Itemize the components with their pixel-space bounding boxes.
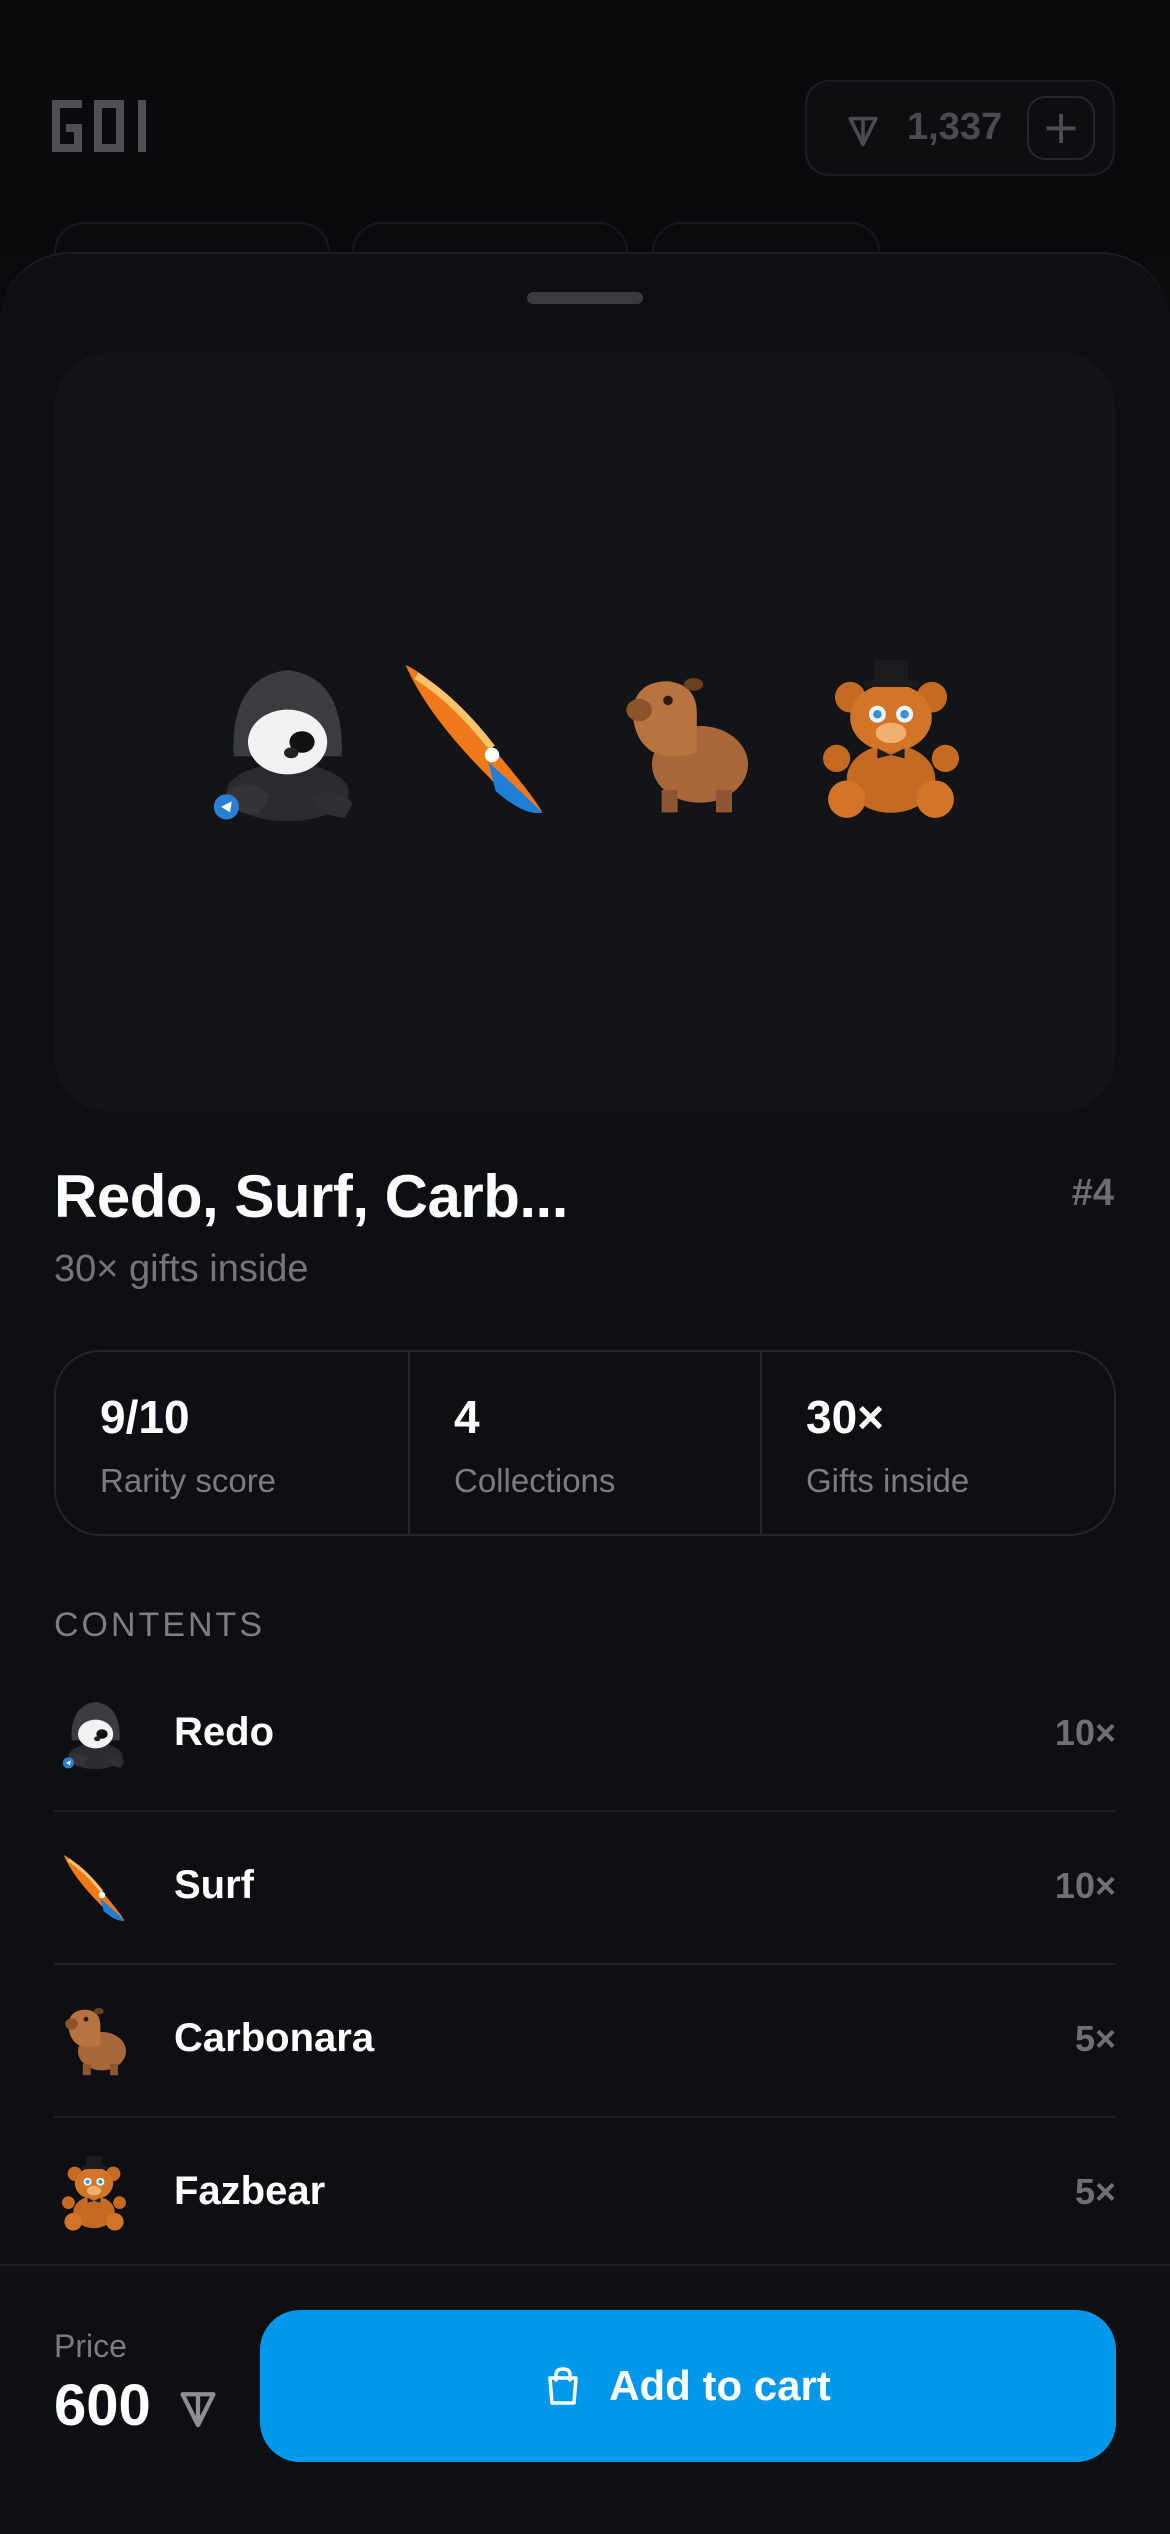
surfboard-icon (54, 1847, 134, 1927)
stat-value: 30× (806, 1391, 885, 1443)
stat-label: Gifts inside (806, 1462, 970, 1499)
stat-collections: 4 Collections (410, 1352, 760, 1534)
balance-amount: 1,337 (907, 106, 1003, 148)
freddy-bear-icon (806, 646, 976, 830)
balance-widget: 1,337 + (805, 80, 1115, 176)
ton-currency-icon (172, 2384, 224, 2432)
top-app-bar: 1,337 + (0, 0, 1170, 282)
content-item-redo[interactable]: Redo 10× (54, 1658, 1116, 1810)
add-to-cart-button[interactable]: Add to cart (260, 2310, 1116, 2462)
content-item-name: Fazbear (174, 2169, 326, 2213)
content-item-name: Carbonara (174, 2016, 375, 2060)
content-item-carbonara[interactable]: Carbonara 5× (54, 1964, 1116, 2116)
goi-logo (52, 100, 146, 152)
content-item-count: 10× (1054, 1865, 1116, 1906)
stat-gifts-inside: 30× Gifts inside (762, 1352, 1114, 1534)
price-value: 600 (54, 2373, 151, 2438)
stat-rarity-score: 9/10 Rarity score (56, 1352, 408, 1534)
purchase-bar: Price 600 Add to cart (0, 2264, 1170, 2534)
content-item-count: 5× (1074, 2018, 1116, 2059)
shopping-bag-icon (548, 2367, 578, 2405)
content-item-count: 5× (1074, 2171, 1116, 2212)
pack-title: Redo, Surf, Carb... (54, 1163, 568, 1230)
content-item-name: Redo (174, 1710, 274, 1754)
ton-currency-icon (841, 110, 885, 150)
pack-stats: 9/10 Rarity score 4 Collections 30× Gift… (54, 1350, 1116, 1536)
content-item-count: 10× (1054, 1712, 1116, 1753)
hooded-panda-icon (194, 652, 374, 832)
stat-label: Rarity score (100, 1462, 277, 1499)
content-item-fazbear[interactable]: Fazbear 5× (54, 2117, 1116, 2269)
content-item-surf[interactable]: Surf 10× (54, 1811, 1116, 1963)
content-item-name: Surf (174, 1863, 254, 1907)
freddy-bear-icon (54, 2153, 134, 2233)
hooded-panda-icon (54, 1694, 134, 1774)
capybara-icon (604, 652, 764, 832)
surfboard-icon (384, 642, 564, 832)
capybara-icon (54, 2000, 134, 2080)
pack-number-badge: #4 (1071, 1172, 1114, 1214)
price-label: Price (54, 2328, 127, 2364)
pack-preview (54, 352, 1116, 1112)
stat-value: 9/10 (100, 1391, 190, 1443)
add-funds-button[interactable]: + (1027, 96, 1095, 160)
pack-subtitle: 30× gifts inside (54, 1248, 309, 1290)
add-to-cart-label: Add to cart (609, 2362, 831, 2409)
stat-label: Collections (454, 1462, 616, 1499)
stat-value: 4 (454, 1391, 480, 1443)
sheet-drag-handle[interactable] (527, 292, 643, 304)
contents-heading: CONTENTS (54, 1606, 265, 1644)
